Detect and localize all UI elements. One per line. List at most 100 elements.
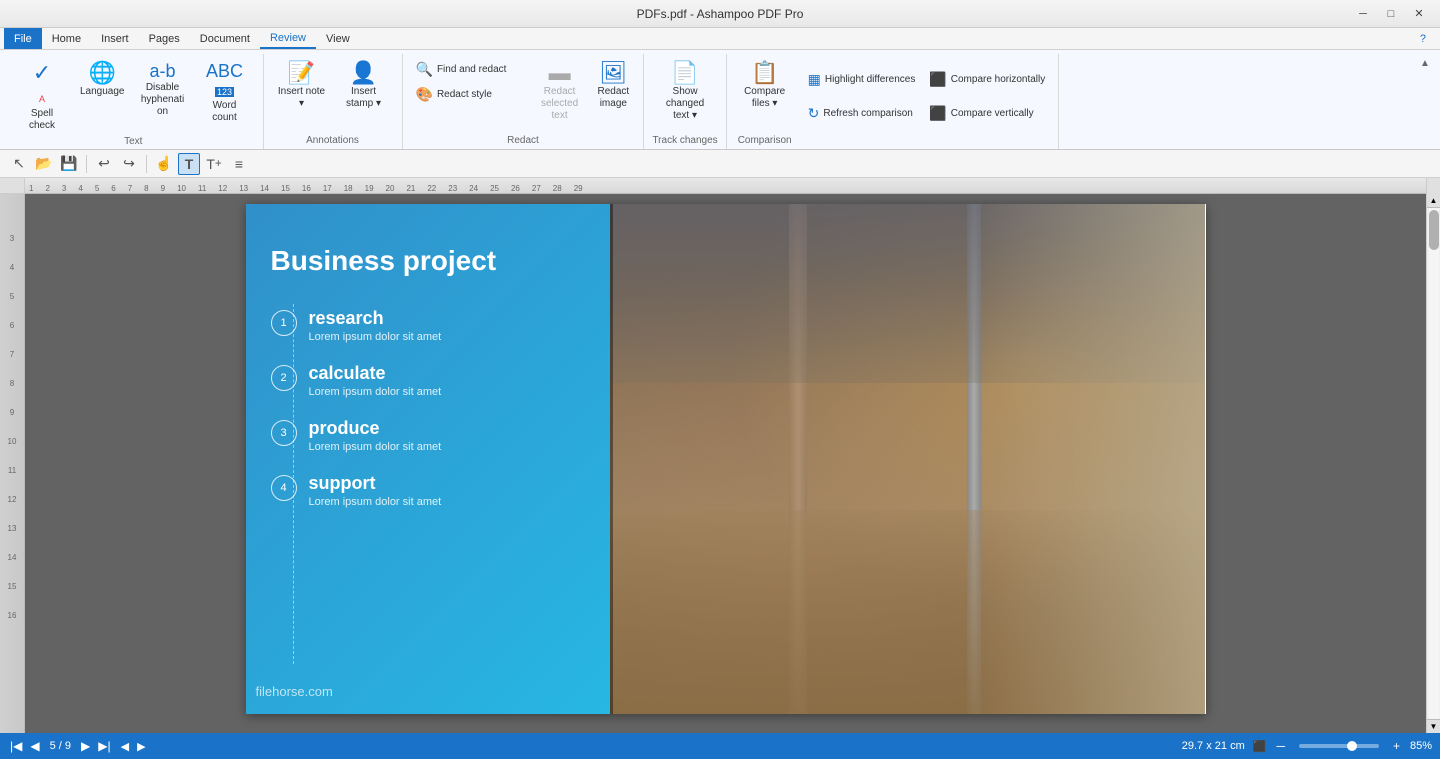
document-viewport[interactable]: Business project 1 research Lorem ipsum …	[25, 194, 1426, 733]
tick: 8	[144, 184, 148, 193]
compare-files-button[interactable]: 📋 Compare files ▾	[735, 58, 795, 114]
menu-home[interactable]: Home	[42, 28, 91, 49]
maximize-button[interactable]: □	[1378, 4, 1404, 24]
text-tool-button[interactable]: T	[178, 153, 200, 175]
tick: 7	[128, 184, 132, 193]
highlight-differences-button[interactable]: ▦ Highlight differences	[803, 68, 921, 91]
highlight-diff-icon: ▦	[808, 71, 821, 88]
menu-document[interactable]: Document	[190, 28, 260, 49]
menu-insert[interactable]: Insert	[91, 28, 139, 49]
redact-group-label: Redact	[411, 135, 636, 149]
spell-check-label: Spell check	[18, 108, 66, 132]
open-button[interactable]: 📂	[33, 153, 55, 175]
v-tick: 15	[8, 582, 17, 591]
step-3: 3 produce Lorem ipsum dolor sit amet	[271, 418, 586, 453]
compare-horizontal-icon: ⬛	[929, 71, 946, 88]
disable-hyphenation-button[interactable]: a-b Disable hyphenation	[133, 58, 193, 122]
redo-button[interactable]: ↪	[118, 153, 140, 175]
redact-style-button[interactable]: 🎨 Redact style	[411, 83, 528, 106]
nav-left-button[interactable]: ◀	[121, 740, 129, 753]
v-tick: 12	[8, 495, 17, 504]
redact-text-label: Redact selected text	[536, 86, 583, 122]
refresh-comparison-button[interactable]: ↻ Refresh comparison	[803, 102, 921, 125]
vertical-ruler: 3 4 5 6 7 8 9 10 11 12 13 14 15 16	[0, 194, 25, 733]
watermark: filehorse.com	[256, 684, 333, 699]
first-page-button[interactable]: |◀	[8, 739, 24, 753]
zoom-out-button[interactable]: ─	[1274, 739, 1287, 753]
compare-horizontally-button[interactable]: ⬛ Compare horizontally	[924, 68, 1050, 91]
redact-group-content: 🔍 Find and redact 🎨 Redact style ▬ Redac…	[411, 54, 636, 135]
step-circle-1: 1	[271, 310, 297, 336]
insert-note-label: Insert note ▾	[278, 86, 326, 110]
horizontal-ruler: 1 2 3 4 5 6 7 8 9 10 11 12 13 14 15 16 1…	[25, 178, 1426, 194]
redact-selected-text-button[interactable]: ▬ Redact selected text	[530, 58, 589, 126]
hand-tool-button[interactable]: ☝	[153, 153, 175, 175]
title-bar: PDFs.pdf - Ashampoo PDF Pro ─ □ ✕	[0, 0, 1440, 28]
redact-text-icon: ▬	[549, 62, 571, 84]
minimize-button[interactable]: ─	[1350, 4, 1376, 24]
toolbar: ↖ 📂 💾 ↩ ↪ ☝ T T+ ≡	[0, 150, 1440, 178]
compare-vertically-button[interactable]: ⬛ Compare vertically	[924, 102, 1050, 125]
spell-check-button[interactable]: ✓A Spell check	[12, 58, 72, 136]
redact-top-buttons: 🔍 Find and redact 🎨 Redact style	[411, 58, 528, 106]
zoom-slider[interactable]	[1299, 744, 1379, 748]
window-light	[967, 204, 1205, 714]
find-redact-icon: 🔍	[416, 61, 433, 78]
page-navigation: |◀ ◀ 5 / 9 ▶ ▶|	[8, 739, 113, 753]
show-changed-text-button[interactable]: 📄 Show changed text ▾	[655, 58, 715, 126]
zoom-in-button[interactable]: +	[1391, 739, 1402, 753]
tick: 9	[161, 184, 165, 193]
last-page-button[interactable]: ▶|	[96, 739, 112, 753]
step-circle-4: 4	[271, 475, 297, 501]
step-desc-4: Lorem ipsum dolor sit amet	[309, 496, 442, 508]
tick: 1	[29, 184, 33, 193]
tick: 4	[78, 184, 82, 193]
zoom-thumb[interactable]	[1347, 741, 1357, 751]
redact-image-label: Redact image	[597, 86, 629, 110]
help-button[interactable]: ?	[1410, 28, 1436, 49]
properties-button[interactable]: ≡	[228, 153, 250, 175]
tick: 22	[427, 184, 436, 193]
close-button[interactable]: ✕	[1406, 4, 1432, 24]
insert-note-button[interactable]: 📝 Insert note ▾	[272, 58, 332, 114]
tick: 17	[323, 184, 332, 193]
tick: 18	[344, 184, 353, 193]
menu-file[interactable]: File	[4, 28, 42, 49]
scroll-down-button[interactable]: ▼	[1427, 719, 1440, 733]
nav-right-button[interactable]: ▶	[137, 740, 145, 753]
v-tick: 4	[10, 263, 14, 272]
word-count-label: Word count	[201, 100, 249, 124]
redact-image-button[interactable]: 🖼 Redact image	[591, 58, 635, 114]
menu-view[interactable]: View	[316, 28, 360, 49]
undo-button[interactable]: ↩	[93, 153, 115, 175]
v-tick: 6	[10, 321, 14, 330]
tick: 19	[365, 184, 374, 193]
ribbon-collapse-button[interactable]: ▲	[1420, 58, 1430, 69]
tick: 14	[260, 184, 269, 193]
scroll-thumb[interactable]	[1429, 210, 1439, 250]
refresh-icon: ↻	[808, 105, 820, 122]
save-button[interactable]: 💾	[58, 153, 80, 175]
tick: 6	[111, 184, 115, 193]
v-tick: 11	[8, 466, 16, 475]
insert-stamp-button[interactable]: 👤 Insert stamp ▾	[334, 58, 394, 114]
scroll-up-button[interactable]: ▲	[1427, 194, 1440, 208]
panel-separator	[610, 204, 613, 714]
select-tool-button[interactable]: ↖	[8, 153, 30, 175]
menu-review[interactable]: Review	[260, 28, 316, 49]
tick: 2	[45, 184, 49, 193]
tick: 5	[95, 184, 99, 193]
ribbon-group-comparison: 📋 Compare files ▾ Comparison ▦ Highlight…	[727, 54, 1060, 149]
page-content: Business project 1 research Lorem ipsum …	[246, 204, 1206, 714]
prev-page-button[interactable]: ◀	[28, 739, 41, 753]
next-page-button[interactable]: ▶	[79, 739, 92, 753]
find-and-redact-button[interactable]: 🔍 Find and redact	[411, 58, 528, 81]
step-title-3: produce	[309, 418, 442, 439]
step-title-2: calculate	[309, 363, 442, 384]
language-button[interactable]: 🌐 Language	[74, 58, 131, 102]
scroll-track[interactable]	[1429, 208, 1439, 719]
text-size-button[interactable]: T+	[203, 153, 225, 175]
track-changes-content: 📄 Show changed text ▾	[655, 54, 715, 135]
word-count-button[interactable]: ABC123 Word count	[195, 58, 255, 128]
menu-pages[interactable]: Pages	[139, 28, 190, 49]
